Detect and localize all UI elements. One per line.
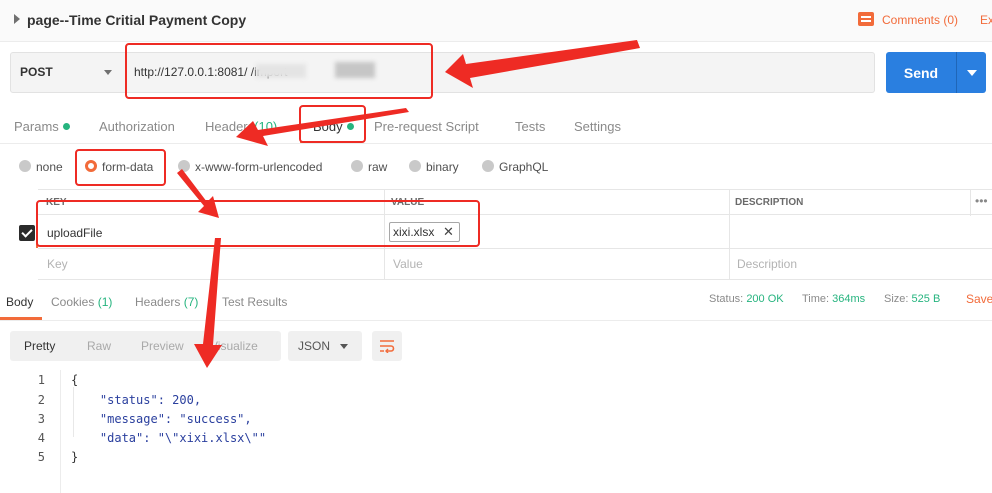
- annotation-arrows: [177, 40, 640, 368]
